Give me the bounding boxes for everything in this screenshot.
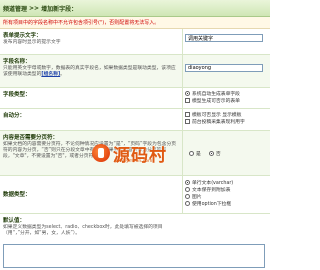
datatype-radio-text[interactable] (185, 187, 190, 192)
paging-radio-yes[interactable] (189, 150, 194, 156)
datatype-option-text[interactable]: 文本保存到附加表 (185, 186, 268, 193)
breadcrumb-current: 增加新字段： (41, 5, 78, 13)
type-label: 字段类型： (3, 92, 31, 98)
field-row-datatype: 数据类型： 单行文本(varchar) 文本保存到附加表 图片 使用option… (0, 176, 270, 214)
auto-option-label: 模板可否显示 显示模板 (192, 113, 242, 118)
datatype-option-image[interactable]: 图片 (185, 193, 268, 200)
name-desc-text: 只能用英文字母或数字，数据表的真实字段名，如果数据类型是联动类型，该项应该使用联… (3, 66, 176, 77)
paging-no-label: 否 (215, 151, 221, 157)
title-input[interactable] (185, 34, 263, 42)
datatype-radio-select[interactable] (185, 201, 190, 206)
page-title-bar: 频道管理 >> 增加新字段： (0, 0, 270, 17)
datatype-radio-varchar[interactable] (185, 180, 190, 185)
type-option-label: 系统自动生成表单字段 (192, 92, 240, 97)
paging-no[interactable]: 否 (208, 150, 221, 157)
type-option-label: 模型生成可否示的表单 (192, 99, 240, 104)
auto-option-1[interactable]: 模板可否显示 显示模板 (185, 111, 268, 118)
type-option-auto[interactable]: 系统自动生成表单字段 (185, 90, 268, 97)
name-desc: 只能用英文字母或数字，数据表的真实字段名，如果数据类型是联动类型，该项应该使用联… (3, 66, 179, 78)
notice-banner: 所有项目中的字段名称中不允许包含项引号(")，否则配置将无法写入。 (0, 17, 270, 29)
field-row-type: 字段类型： 系统自动生成表单字段 模型生成可否示的表单 (0, 88, 270, 109)
datatype-option-label: 文本保存到附加表 (192, 188, 231, 193)
auto-label: 自动分： (3, 113, 26, 119)
datatype-label: 数据类型： (3, 192, 31, 198)
field-row-default: 默认值： 如果定义数据类型为select、radio、checkbox时，此处填… (0, 214, 270, 270)
title-desc: 发布内容时显示的提示文字 (3, 40, 61, 45)
watermark-logo-icon (92, 144, 110, 162)
default-desc: 如果定义数据类型为select、radio、checkbox时，此处填写被选择的… (3, 225, 163, 236)
datatype-option-label: 使用option下拉框 (192, 202, 232, 207)
auto-check-2[interactable] (185, 119, 190, 124)
breadcrumb-separator: >> (29, 4, 40, 12)
type-option-model[interactable]: 模型生成可否示的表单 (185, 97, 268, 104)
datatype-option-label: 图片 (192, 195, 202, 200)
default-header: 默认值： 如果定义数据类型为select、radio、checkbox时，此处填… (0, 214, 270, 239)
paging-yes[interactable]: 是 (189, 150, 201, 157)
watermark-sub: www.ymcun.com (114, 159, 153, 164)
datatype-option-select[interactable]: 使用option下拉框 (185, 200, 268, 207)
type-radio-auto[interactable] (185, 91, 190, 96)
datatype-radio-image[interactable] (185, 194, 190, 199)
field-row-auto: 自动分： 模板可否显示 显示模板 前台投稿采集表现利用字 (0, 109, 270, 131)
watermark: 源码村 www.ymcun.com (92, 133, 182, 173)
name-input[interactable] (185, 64, 263, 72)
datatype-option-varchar[interactable]: 单行文本(varchar) (185, 179, 268, 186)
default-textarea[interactable] (3, 244, 265, 268)
name-desc-link[interactable]: [组名称] (41, 72, 60, 77)
paging-yes-label: 是 (196, 151, 201, 157)
title-label: 表单提示文字： (3, 33, 42, 39)
field-row-name: 字段名称： 只能用英文字母或数字，数据表的真实字段名，如果数据类型是联动类型，该… (0, 55, 270, 88)
field-row-title: 表单提示文字： 发布内容时显示的提示文字 (0, 29, 270, 55)
auto-check-1[interactable] (185, 112, 190, 117)
breadcrumb-root[interactable]: 频道管理 (3, 4, 27, 13)
datatype-option-label: 单行文本(varchar) (192, 181, 234, 186)
paging-radio-no[interactable] (208, 150, 214, 156)
auto-option-label: 前台投稿采集表现利用字 (192, 120, 245, 125)
default-label: 默认值： (3, 218, 26, 224)
type-check-model[interactable] (185, 98, 190, 103)
auto-option-2[interactable]: 前台投稿采集表现利用字 (185, 118, 268, 125)
name-label: 字段名称： (3, 59, 31, 65)
name-desc-end: 。 (60, 72, 65, 77)
